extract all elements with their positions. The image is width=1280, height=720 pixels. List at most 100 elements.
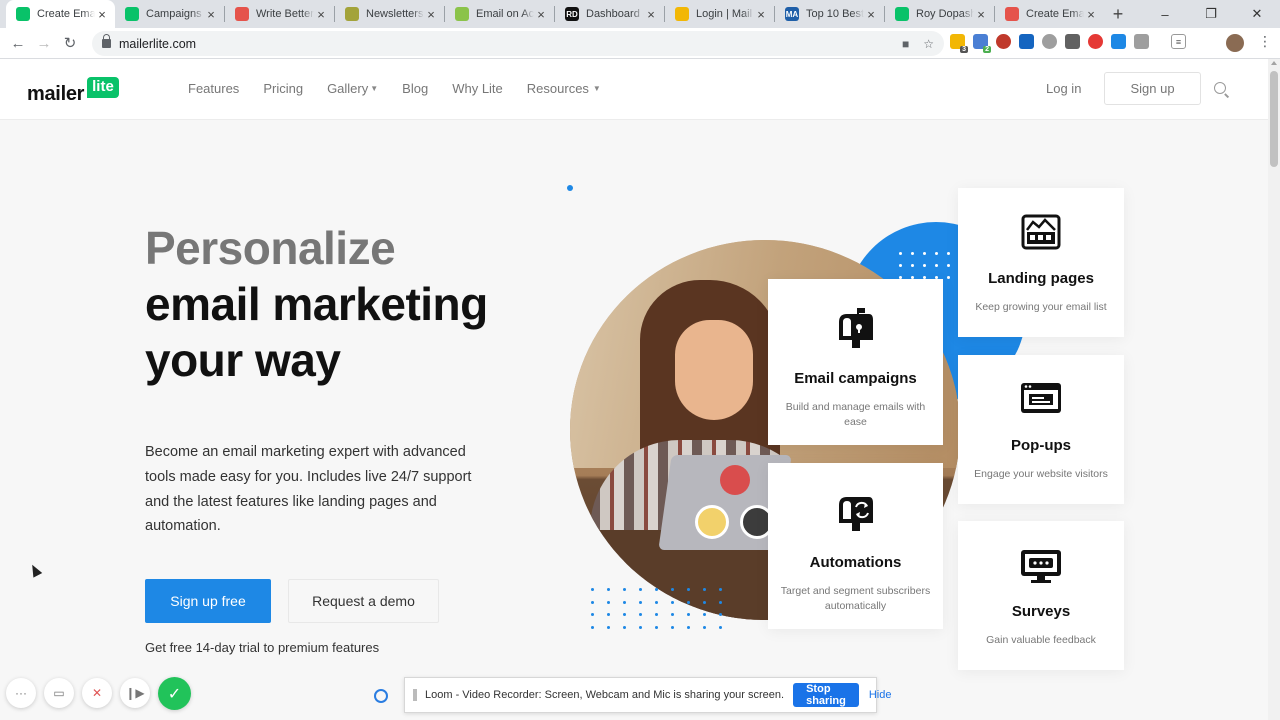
tab-favicon-icon: RD bbox=[565, 7, 579, 21]
screen-share-notification: Loom - Video Recorder: Screen, Webcam an… bbox=[404, 677, 891, 713]
browser-tab[interactable]: Create Email × bbox=[995, 0, 1104, 28]
decor-dot bbox=[639, 588, 642, 591]
nav-features[interactable]: Features bbox=[188, 81, 239, 96]
close-window-button[interactable]: ✕ bbox=[1234, 0, 1280, 28]
nav-why-lite[interactable]: Why Lite bbox=[452, 81, 503, 96]
tab-close-icon[interactable]: × bbox=[754, 7, 768, 22]
decor-dot bbox=[703, 588, 706, 591]
card-subtitle: Target and segment subscribers automatic… bbox=[780, 585, 931, 612]
tab-close-icon[interactable]: × bbox=[314, 7, 328, 22]
tab-close-icon[interactable]: × bbox=[974, 7, 988, 22]
decor-dot bbox=[703, 625, 706, 629]
signup-button[interactable]: Sign up bbox=[1104, 72, 1201, 105]
stop-sharing-button[interactable]: Stop sharing bbox=[793, 683, 859, 707]
browser-tab[interactable]: MA Top 10 Best × bbox=[775, 0, 884, 28]
nav-resources-label: Resources bbox=[526, 81, 589, 96]
scroll-up-arrow[interactable] bbox=[1271, 61, 1277, 65]
new-tab-button[interactable]: + bbox=[1104, 0, 1132, 28]
reload-icon[interactable]: ↻ bbox=[57, 34, 83, 52]
decor-dot bbox=[623, 588, 626, 591]
tab-favicon-icon bbox=[16, 7, 30, 21]
extension-icon[interactable] bbox=[1134, 34, 1149, 49]
more-options-icon[interactable]: ··· bbox=[6, 678, 36, 708]
feature-card-automations[interactable]: Automations Target and segment subscribe… bbox=[768, 463, 943, 629]
photo-laptop-sticker bbox=[695, 505, 729, 539]
search-icon[interactable] bbox=[1214, 82, 1226, 94]
bookmark-star-icon[interactable]: ☆ bbox=[923, 37, 934, 51]
nav-pricing[interactable]: Pricing bbox=[263, 81, 303, 96]
tab-close-icon[interactable]: × bbox=[204, 7, 218, 22]
loom-record-indicator-icon bbox=[374, 689, 388, 703]
hide-button[interactable]: Hide bbox=[869, 689, 892, 701]
mailerlite-logo[interactable]: mailer lite bbox=[27, 77, 119, 106]
browser-tab[interactable]: Newsletters × bbox=[335, 0, 444, 28]
scrollbar-thumb[interactable] bbox=[1270, 71, 1278, 167]
browser-tab[interactable]: Create Email × bbox=[6, 0, 115, 28]
landing-page-icon bbox=[1021, 214, 1061, 250]
popup-window-icon bbox=[1021, 383, 1061, 413]
decor-dot bbox=[687, 588, 690, 591]
extension-icon[interactable] bbox=[1111, 34, 1126, 49]
tab-close-icon[interactable]: × bbox=[95, 7, 109, 22]
address-bar[interactable]: mailerlite.com ■ ☆ bbox=[92, 31, 944, 56]
finish-recording-icon[interactable]: ✓ bbox=[158, 677, 191, 710]
forward-icon[interactable]: → bbox=[31, 35, 57, 52]
nav-resources[interactable]: Resources ▼ bbox=[527, 81, 601, 96]
tab-favicon-icon bbox=[675, 7, 689, 21]
extension-icon[interactable] bbox=[1088, 34, 1103, 49]
tab-favicon-icon bbox=[125, 7, 139, 21]
browser-tab[interactable]: Login | Mail × bbox=[665, 0, 774, 28]
cancel-recording-icon[interactable]: ✕ bbox=[82, 678, 112, 708]
menu-icon[interactable]: ⋮ bbox=[1258, 33, 1272, 50]
tab-title: Campaigns | bbox=[146, 8, 204, 20]
extension-icon[interactable] bbox=[996, 34, 1011, 49]
tab-title: Login | Mail bbox=[696, 8, 753, 20]
feature-card-surveys[interactable]: Surveys Gain valuable feedback bbox=[958, 521, 1124, 670]
back-icon[interactable]: ← bbox=[5, 35, 31, 52]
pause-recording-icon[interactable]: ❙▶ bbox=[120, 678, 150, 708]
browser-tab[interactable]: Email on Aci × bbox=[445, 0, 554, 28]
login-link[interactable]: Log in bbox=[1046, 81, 1081, 96]
camera-toggle-icon[interactable]: ▭ bbox=[44, 678, 74, 708]
card-subtitle: Build and manage emails with ease bbox=[785, 401, 926, 428]
mailbox-icon bbox=[838, 308, 873, 348]
tab-close-icon[interactable]: × bbox=[864, 7, 878, 22]
reading-list-icon[interactable]: ≡ bbox=[1171, 34, 1186, 49]
tab-close-icon[interactable]: × bbox=[644, 7, 658, 22]
trial-note: Get free 14-day trial to premium feature… bbox=[145, 640, 380, 655]
maximize-button[interactable]: ❐ bbox=[1188, 0, 1234, 28]
feature-card-landing-pages[interactable]: Landing pages Keep growing your email li… bbox=[958, 188, 1124, 337]
drag-handle-icon[interactable] bbox=[413, 689, 417, 701]
feature-card-email-campaigns[interactable]: Email campaigns Build and manage emails … bbox=[768, 279, 943, 445]
hero-title: Personalize email marketing your way bbox=[145, 220, 488, 388]
nav-gallery[interactable]: Gallery ▼ bbox=[327, 81, 378, 96]
decor-dot bbox=[607, 613, 610, 616]
extension-icon[interactable]: 3 bbox=[950, 34, 968, 53]
decor-dot bbox=[655, 588, 658, 591]
tab-close-icon[interactable]: × bbox=[1084, 7, 1098, 22]
extension-icon[interactable]: 2 bbox=[973, 34, 991, 53]
page-scrollbar[interactable] bbox=[1268, 59, 1280, 720]
signup-free-button[interactable]: Sign up free bbox=[145, 579, 271, 623]
extension-icon[interactable] bbox=[1065, 34, 1080, 49]
main-nav: Features Pricing Gallery ▼ Blog Why Lite … bbox=[188, 81, 625, 96]
decor-dot bbox=[687, 625, 690, 629]
camera-icon[interactable]: ■ bbox=[902, 37, 909, 51]
browser-tab[interactable]: RD Dashboard - × bbox=[555, 0, 664, 28]
browser-tab[interactable]: Roy Dopash × bbox=[885, 0, 994, 28]
minimize-button[interactable]: – bbox=[1142, 0, 1188, 28]
decor-dot bbox=[671, 588, 674, 591]
profile-avatar[interactable] bbox=[1226, 34, 1244, 52]
nav-blog[interactable]: Blog bbox=[402, 81, 428, 96]
request-demo-button[interactable]: Request a demo bbox=[288, 579, 439, 623]
tab-close-icon[interactable]: × bbox=[534, 7, 548, 22]
decor-dot bbox=[591, 625, 594, 629]
browser-tab[interactable]: Write Better × bbox=[225, 0, 334, 28]
feature-card-popups[interactable]: Pop-ups Engage your website visitors bbox=[958, 355, 1124, 504]
browser-tab[interactable]: Campaigns | × bbox=[115, 0, 224, 28]
tab-close-icon[interactable]: × bbox=[424, 7, 438, 22]
extension-icon[interactable] bbox=[1019, 34, 1034, 49]
extension-icon[interactable] bbox=[1042, 34, 1057, 49]
nav-gallery-label: Gallery bbox=[327, 81, 369, 96]
card-title: Automations bbox=[809, 554, 902, 571]
